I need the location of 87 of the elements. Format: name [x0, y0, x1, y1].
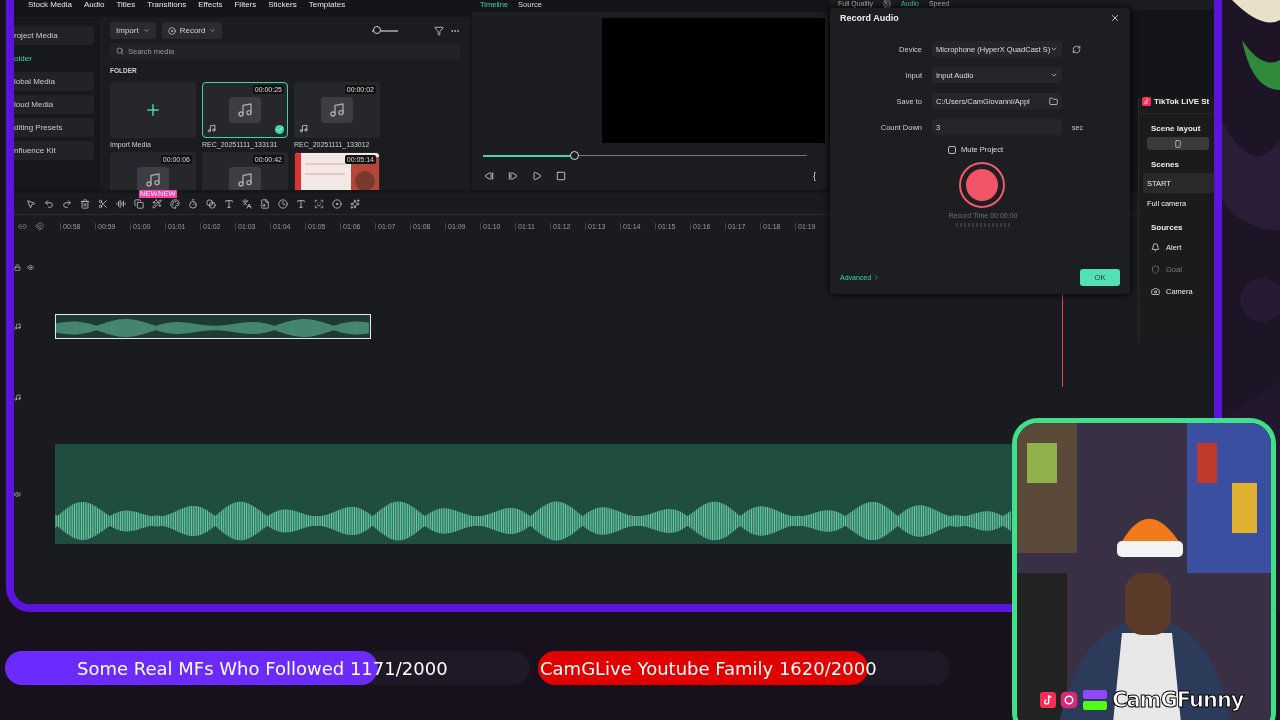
redo-icon[interactable]: [62, 198, 72, 209]
blend-icon[interactable]: [206, 198, 216, 209]
menu-tab[interactable]: Audio: [84, 0, 105, 9]
translate-icon[interactable]: [242, 198, 252, 209]
import-icon[interactable]: [260, 198, 270, 209]
media-tile[interactable]: [110, 82, 196, 138]
menu-tab[interactable]: Filters: [234, 0, 257, 9]
caret-icon: [1050, 45, 1058, 53]
folder-icon[interactable]: [1049, 96, 1058, 106]
wand-icon[interactable]: [152, 198, 162, 209]
audio-clip[interactable]: [55, 444, 1012, 544]
disc-icon[interactable]: [332, 198, 342, 209]
checkbox[interactable]: [948, 145, 956, 154]
music-note-icon: [14, 322, 21, 330]
tiktok-icon: [1142, 96, 1151, 106]
zoom-slider[interactable]: [372, 29, 398, 32]
text-icon[interactable]: [296, 198, 306, 209]
music-note-icon: [321, 97, 353, 123]
sidebar-item[interactable]: nfluence Kit: [14, 141, 94, 160]
menu-tab[interactable]: Stickers: [268, 0, 297, 9]
link-icon: [18, 221, 27, 231]
sidebar-item[interactable]: diting Presets: [14, 118, 94, 137]
phone-icon: [1174, 139, 1182, 148]
menu-tab[interactable]: Transitions: [147, 0, 187, 9]
text-icon[interactable]: [224, 198, 234, 209]
sidebar-item[interactable]: older: [14, 49, 94, 68]
section-heading: Scene layout: [1151, 124, 1202, 133]
stop-icon[interactable]: [556, 171, 566, 181]
music-note-icon: [299, 124, 308, 133]
palette-icon[interactable]: [170, 198, 180, 209]
sparkles-icon[interactable]: [350, 198, 360, 209]
scissors-icon[interactable]: [98, 198, 108, 209]
music-note-icon: [14, 393, 21, 401]
caret-icon: [1050, 71, 1058, 79]
dialog-title: Record Audio: [840, 13, 899, 23]
section-heading: Sources: [1151, 223, 1184, 232]
music-note-icon: [229, 97, 261, 123]
record-button[interactable]: [959, 162, 1005, 208]
scrubber-handle[interactable]: [569, 151, 579, 160]
tiktok-icon: [1040, 692, 1056, 708]
image-icon: [883, 0, 891, 8]
eye-icon: [27, 263, 34, 271]
volume-icon: [14, 490, 21, 498]
menu-tab[interactable]: Titles: [116, 0, 136, 9]
music-note-icon: [229, 167, 261, 190]
next-frame-icon[interactable]: [508, 171, 518, 181]
previous-frame-icon[interactable]: [484, 171, 494, 181]
bell-icon: [1151, 242, 1160, 252]
lock-icon: [14, 263, 21, 271]
sidebar-item[interactable]: roject Media: [14, 26, 94, 45]
panel-title: TikTok LIVE St: [1154, 96, 1210, 106]
check-icon: [275, 125, 284, 134]
plus-icon: [144, 101, 162, 119]
menu-tab[interactable]: Templates: [308, 0, 346, 9]
timer-icon[interactable]: [188, 198, 198, 209]
section-heading: Scenes: [1151, 160, 1181, 169]
record-icon: [167, 26, 176, 35]
mark-in-button[interactable]: {: [813, 171, 816, 181]
copy-icon[interactable]: [134, 198, 144, 209]
streaming-logo-icon: [1082, 689, 1108, 711]
close-button[interactable]: [1110, 13, 1120, 23]
music-note-icon: [207, 124, 216, 133]
scan-icon[interactable]: [314, 198, 324, 209]
play-icon[interactable]: [532, 171, 542, 181]
chevron-icon: [873, 274, 881, 281]
sidebar-item[interactable]: lobal Media: [14, 72, 94, 91]
slider-handle[interactable]: [373, 25, 382, 34]
music-note-icon: [137, 167, 169, 190]
filter-icon[interactable]: [434, 25, 444, 36]
pointer-icon[interactable]: [26, 198, 36, 209]
audio-icon[interactable]: [116, 198, 126, 209]
import-button[interactable]: Import: [110, 22, 156, 39]
caret-icon: [209, 27, 217, 34]
layout-button[interactable]: [1147, 137, 1209, 150]
shield-icon: [1151, 264, 1160, 274]
refresh-icon: [1072, 44, 1081, 54]
magnet-icon: [35, 221, 44, 231]
delete-icon[interactable]: [80, 198, 90, 209]
sidebar-item[interactable]: loud Media: [14, 95, 94, 114]
clock-icon[interactable]: [278, 198, 288, 209]
menu-tab[interactable]: Stock Media: [28, 0, 73, 9]
caret-icon: [142, 27, 150, 34]
undo-icon[interactable]: [44, 198, 54, 209]
camera-icon: [1151, 286, 1160, 296]
record-button[interactable]: Record: [161, 22, 223, 39]
menu-tab[interactable]: Effects: [198, 0, 223, 9]
search-icon: [116, 47, 124, 55]
